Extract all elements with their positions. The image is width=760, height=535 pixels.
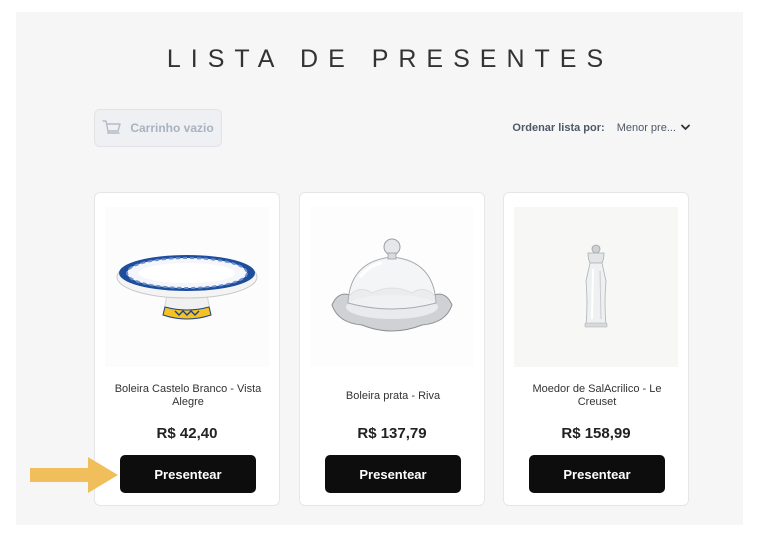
page-title: LISTA DE PRESENTES	[166, 44, 614, 73]
product-image-silver-cake-dome[interactable]	[310, 207, 474, 367]
product-price: R$ 137,79	[357, 425, 427, 442]
product-card: Boleira Castelo Branco - Vista Alegre R$…	[94, 192, 280, 506]
product-name[interactable]: Boleira Castelo Branco - Vista Alegre	[107, 379, 269, 413]
sort-label: Ordenar lista por:	[512, 122, 605, 134]
product-card: Boleira prata - Riva R$ 137,79 Presentea…	[299, 192, 485, 506]
sort-select[interactable]: Menor pre...	[617, 122, 676, 134]
product-price: R$ 158,99	[561, 425, 631, 442]
cart-icon	[102, 119, 122, 137]
product-image-cake-stand-blue[interactable]	[105, 207, 269, 367]
product-image-salt-mill[interactable]	[514, 207, 678, 367]
product-name[interactable]: Moedor de SalAcrilico - Le Creuset	[516, 379, 678, 413]
arrow-right-icon	[30, 457, 120, 493]
gift-button[interactable]: Presentear	[120, 455, 256, 493]
product-price: R$ 42,40	[156, 425, 218, 442]
gift-button[interactable]: Presentear	[325, 455, 461, 493]
cart-label: Carrinho vazio	[130, 121, 214, 135]
gift-button[interactable]: Presentear	[529, 455, 665, 493]
chevron-down-icon[interactable]	[681, 122, 690, 134]
product-card: Moedor de SalAcrilico - Le Creuset R$ 15…	[503, 192, 689, 506]
sort-control: Ordenar lista por: Menor pre...	[512, 122, 690, 134]
empty-cart-button[interactable]: Carrinho vazio	[94, 109, 222, 147]
product-name[interactable]: Boleira prata - Riva	[312, 379, 474, 413]
